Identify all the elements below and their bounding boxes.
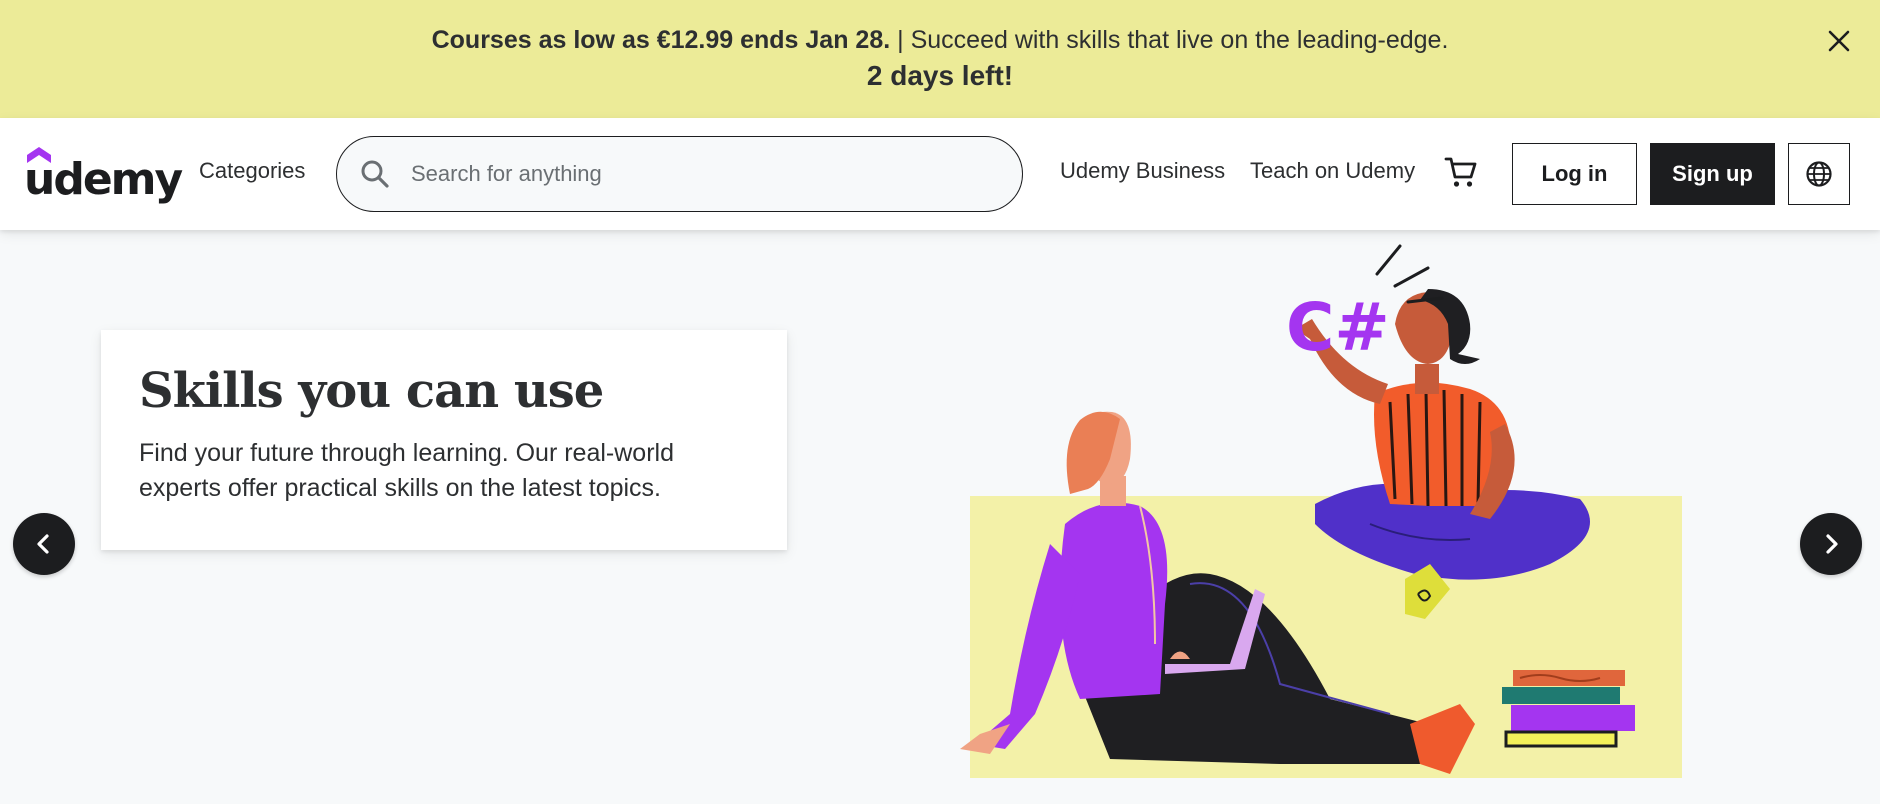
search-icon: [359, 158, 391, 190]
promo-text: | Succeed with skills that live on the l…: [897, 26, 1449, 54]
language-button[interactable]: [1788, 143, 1850, 205]
promo-line: Courses as low as €12.99 ends Jan 28. | …: [0, 26, 1880, 55]
logo-text: udemy: [24, 154, 183, 205]
close-icon: [1828, 30, 1850, 52]
hero-subtitle: Find your future through learning. Our r…: [139, 439, 674, 502]
promo-countdown: 2 days left!: [866, 60, 1014, 91]
csharp-badge: C#: [1286, 289, 1390, 366]
hero-carousel: Skills you can use Find your future thro…: [0, 230, 1880, 804]
books-stack-icon: [1502, 670, 1635, 748]
globe-icon: [1806, 161, 1832, 187]
search-input[interactable]: [411, 161, 1022, 187]
hero-title: Skills you can use: [139, 363, 604, 419]
promo-banner: Courses as low as €12.99 ends Jan 28. | …: [0, 0, 1880, 118]
logo-hat-icon: [27, 147, 51, 163]
udemy-business-link[interactable]: Udemy Business: [1060, 158, 1225, 184]
promo-bold-text: Courses as low as €12.99 ends Jan 28.: [431, 26, 891, 54]
hero-card: Skills you can use Find your future thro…: [101, 330, 787, 550]
search-bar[interactable]: [336, 136, 1023, 212]
teach-on-udemy-link[interactable]: Teach on Udemy: [1250, 158, 1415, 184]
cart-icon: [1444, 157, 1477, 187]
udemy-logo[interactable]: udemy: [24, 146, 183, 202]
login-button[interactable]: Log in: [1512, 143, 1637, 205]
cart-button[interactable]: [1443, 154, 1479, 190]
chevron-left-icon: [37, 534, 49, 554]
carousel-prev-button[interactable]: [13, 513, 75, 575]
site-header: udemy Categories Udemy Business Teach on…: [0, 118, 1880, 230]
carousel-next-button[interactable]: [1800, 513, 1862, 575]
signup-button[interactable]: Sign up: [1650, 143, 1775, 205]
categories-link[interactable]: Categories: [199, 158, 305, 184]
hero-illustration: C#: [960, 244, 1682, 778]
close-banner-button[interactable]: [1822, 24, 1856, 58]
chevron-right-icon: [1826, 534, 1838, 554]
